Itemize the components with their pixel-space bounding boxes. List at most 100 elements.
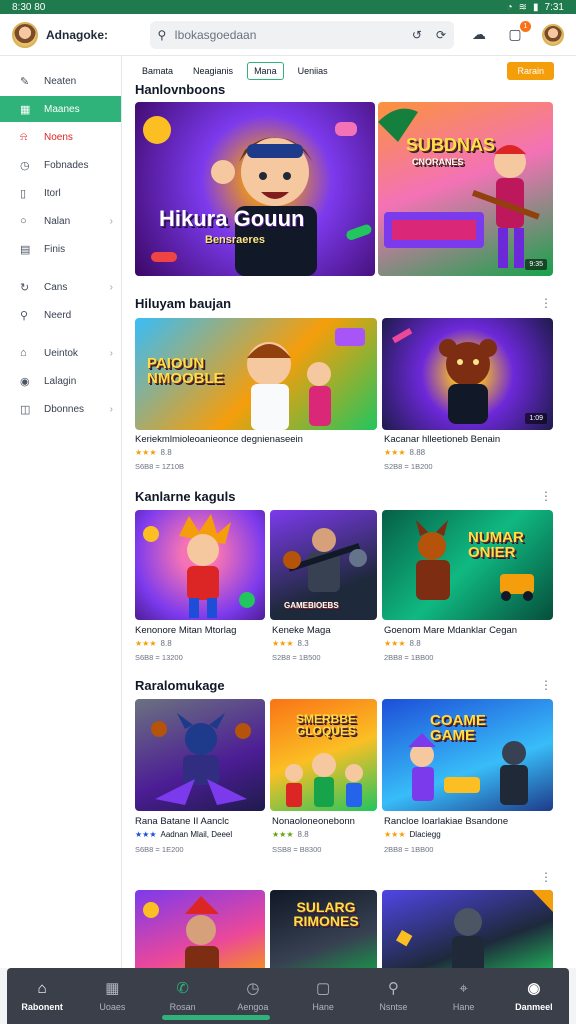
main-content: Bamata Neagianis Mana Ueniias Rarain Hanlov… xyxy=(122,56,576,968)
profile-avatar[interactable] xyxy=(542,23,564,46)
sidebar-item[interactable]: ◉ Lalagin xyxy=(0,368,121,394)
nav-item[interactable]: ⚲ Nsntse xyxy=(358,968,428,1024)
game-artwork xyxy=(416,520,534,601)
game-art-title: SMERBBE GLOQUES xyxy=(295,712,356,738)
sidebar-item[interactable]: ○ Nalan › xyxy=(0,208,121,234)
filter-action-button[interactable]: Rarain xyxy=(507,62,554,80)
sidebar-item[interactable]: ▦ Maanes xyxy=(0,96,121,122)
sidebar-item[interactable]: ⌂ Ueintok › xyxy=(0,340,121,366)
sidebar-item-label: Dbonnes xyxy=(44,403,85,415)
phone-icon: ✆ xyxy=(176,979,189,997)
home-indicator xyxy=(162,1015,270,1020)
sidebar-item-label: Cans xyxy=(44,281,68,293)
cloud-icon[interactable]: ☁ xyxy=(470,26,488,44)
sidebar-item-label: Nalan xyxy=(44,215,71,227)
filter-chip[interactable]: Neagianis xyxy=(187,63,239,79)
game-card[interactable]: NUMAR ONIER xyxy=(382,510,553,620)
refresh-icon: ↻ xyxy=(20,281,30,294)
bell-icon: ⍾ xyxy=(20,130,28,143)
sidebar-item[interactable]: ◷ Fobnades xyxy=(0,152,121,178)
game-card[interactable]: SMERBBE GLOQUES xyxy=(270,699,377,811)
nav-item-label: Hane xyxy=(312,1001,334,1012)
pencil-icon: ✎ xyxy=(20,75,30,88)
notification-icon[interactable]: ▢ 1 xyxy=(506,20,531,44)
game-title[interactable]: Kenonore Mitan Mtorlag xyxy=(135,625,236,636)
sidebar-item[interactable]: ◫ Dbonnes › xyxy=(0,396,121,422)
sidebar-item-label: Finis xyxy=(44,243,66,255)
game-card[interactable]: SULARG RIMONES xyxy=(270,890,377,968)
filter-chip[interactable]: Ueniias xyxy=(292,63,334,79)
signal-icon: ◔ xyxy=(506,1,513,13)
filter-chip[interactable]: Bamata xyxy=(136,63,179,79)
search-icon: ⚲ xyxy=(20,309,29,322)
app-avatar[interactable] xyxy=(12,21,38,48)
featured-art-title: SUBDNAS xyxy=(406,135,496,155)
game-meta: 2BB8 = 1BB00 xyxy=(384,845,434,854)
voice-icon[interactable]: ↺ xyxy=(412,28,422,42)
game-rating: ★★★ 8.3 xyxy=(272,639,309,648)
hero-card[interactable]: Hikura Gouun Bensraeres xyxy=(135,102,375,276)
game-card[interactable] xyxy=(135,510,265,620)
sidebar-item[interactable]: ⚲ Neerd xyxy=(0,302,121,328)
game-rating: ★★★ 8.8 xyxy=(272,830,309,839)
sidebar-item[interactable]: ▯ Itorl xyxy=(0,180,121,206)
game-card[interactable]: PAIOUN NMOOBLE xyxy=(135,318,377,430)
game-title[interactable]: Keriekmlmioleoanieonce degnienaseein xyxy=(135,434,303,445)
game-card[interactable]: GAMEBIOEBS xyxy=(270,510,377,620)
game-card[interactable] xyxy=(135,890,265,968)
nav-item[interactable]: ▢ Hane xyxy=(288,968,358,1024)
hero-subtitle: Bensraeres xyxy=(205,234,265,246)
game-title[interactable]: Keneke Maga xyxy=(272,625,331,636)
user-icon: ◉ xyxy=(527,979,541,997)
scan-icon[interactable]: ⟳ xyxy=(436,28,446,42)
bottom-nav: ⌂ Rabonent ▦ Uoaes ✆ Rosan ◷ Aengoa ▢ Hane ⚲ Nsntse… xyxy=(7,968,569,1024)
chevron-right-icon: › xyxy=(109,215,113,227)
game-duration: 1:09 xyxy=(525,413,547,424)
game-artwork xyxy=(143,896,219,968)
game-art-title: PAIOUN NMOOBLE xyxy=(147,355,224,387)
nav-item[interactable]: ⌖ Hane xyxy=(429,968,499,1024)
nav-item-label: Aengoa xyxy=(237,1001,269,1012)
game-art-title: SULARG RIMONES xyxy=(293,899,359,929)
game-artwork xyxy=(151,713,251,805)
chevron-right-icon: › xyxy=(109,281,113,293)
chevron-right-icon: › xyxy=(109,403,113,415)
more-icon[interactable]: ⋮ xyxy=(540,296,552,310)
game-art-title: GAMEBIOEBS xyxy=(284,601,339,610)
search-input[interactable]: ⚲ Ibokasgoedaan ↺ ⟳ xyxy=(149,20,454,49)
sidebar-item[interactable]: ✎ Neaten xyxy=(0,68,121,94)
nav-item[interactable]: ◉ Danmeel xyxy=(499,968,569,1024)
home-icon: ⌂ xyxy=(37,979,47,997)
section-title: Raralomukage xyxy=(135,678,225,693)
game-title[interactable]: Nonaoloneonebonn xyxy=(272,816,355,827)
status-right-time: 7:31 xyxy=(544,1,564,13)
nav-item-label: Rosan xyxy=(169,1001,196,1012)
filter-chip[interactable]: Mana xyxy=(247,62,284,80)
game-title[interactable]: Rana Batane II Aanclc xyxy=(135,816,229,827)
sidebar-item-label: Lalagin xyxy=(44,375,77,387)
featured-card[interactable]: SUBDNAS CNORANES 9:35 xyxy=(378,102,553,276)
more-icon[interactable]: ⋮ xyxy=(540,678,552,692)
nav-item[interactable]: ⌂ Rabonent xyxy=(7,968,77,1024)
more-icon[interactable]: ⋮ xyxy=(540,870,552,884)
game-card[interactable]: 1:09 xyxy=(382,318,553,430)
game-title[interactable]: Goenom Mare Mdanklar Cegan xyxy=(384,625,517,636)
notification-badge: 1 xyxy=(520,20,531,32)
nav-item-label: Hane xyxy=(452,1001,475,1012)
sidebar-item-label: Itorl xyxy=(44,187,61,199)
game-title[interactable]: Kacanar hlleetioneb Benain xyxy=(384,434,500,445)
game-card[interactable] xyxy=(382,890,553,968)
game-artwork xyxy=(143,514,255,618)
game-rating: ★★★ 8.8 xyxy=(135,448,172,457)
sidebar-item[interactable]: ⍾ Noens xyxy=(0,124,121,150)
game-card[interactable] xyxy=(135,699,265,811)
sidebar-item[interactable]: ↻ Cans › xyxy=(0,274,121,300)
game-card[interactable]: COAME GAME xyxy=(382,699,553,811)
game-meta: S6B8 = 1E200 xyxy=(135,845,184,854)
sidebar-item[interactable]: ▤ Finis xyxy=(0,236,121,262)
nav-item[interactable]: ▦ Uoaes xyxy=(77,968,147,1024)
game-title[interactable]: Rancloe Ioarlakiae Bsandone xyxy=(384,816,508,827)
more-icon[interactable]: ⋮ xyxy=(540,489,552,503)
game-meta: S2B8 = 1B500 xyxy=(272,653,321,662)
clock-icon: ◷ xyxy=(246,979,260,997)
